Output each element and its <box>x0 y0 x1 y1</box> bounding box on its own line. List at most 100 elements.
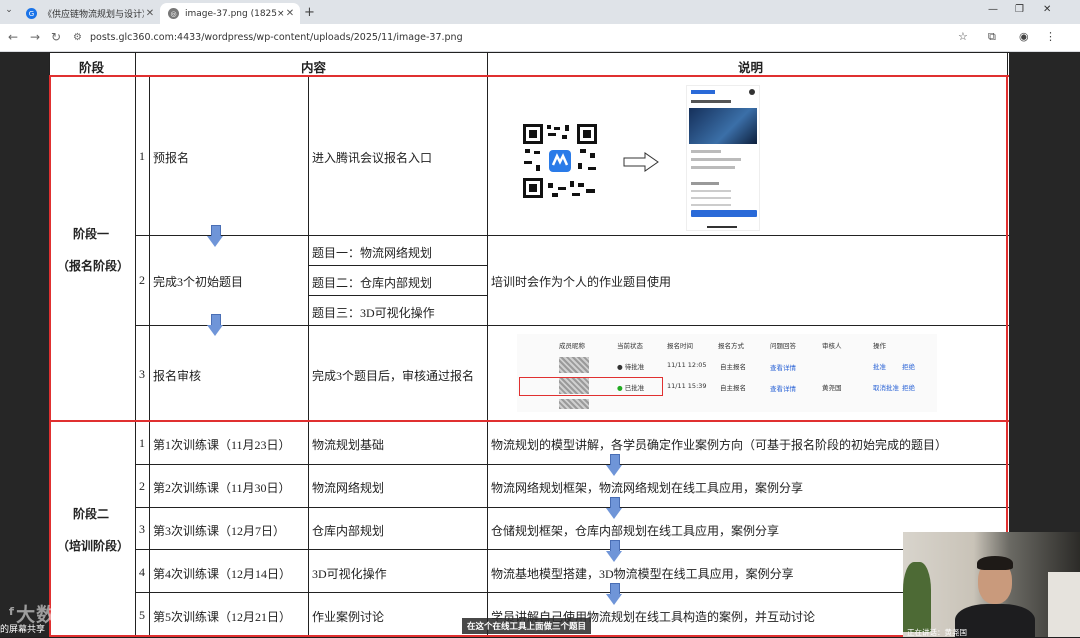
grid-line <box>135 464 1009 465</box>
review-list-screenshot: 成员昵称 当前状态 报名时间 报名方式 问题回答 审核人 操作 ● 待批准 11… <box>517 334 937 412</box>
tab-image[interactable]: ◎ image-37.png (1825×1111) ✕ <box>160 3 300 24</box>
grid-line <box>49 52 1009 53</box>
globe-icon: ◎ <box>168 8 179 19</box>
member-avatar <box>559 399 589 409</box>
new-tab-button[interactable]: + <box>304 5 315 20</box>
reject-link: 拒绝 <box>902 384 915 392</box>
row-number: 2 <box>139 273 145 287</box>
down-arrow-icon <box>207 314 223 336</box>
course-label: 第4次训练课（12月14日） <box>153 567 292 581</box>
grid-line <box>135 507 1009 508</box>
close-window-icon[interactable]: ✕ <box>1043 4 1051 15</box>
view-details-link: 查看详情 <box>770 385 796 393</box>
bookmark-star-icon[interactable]: ☆ <box>958 30 968 43</box>
tab-course[interactable]: G 《供应链物流规划与设计》 ✕ <box>18 3 160 24</box>
stage2-name: 阶段二 <box>73 507 110 521</box>
profile-icon[interactable]: ◉ <box>1019 30 1029 43</box>
reject-link: 拒绝 <box>902 363 915 371</box>
right-arrow-icon <box>623 152 659 172</box>
course-topic: 仓库内部规划 <box>312 524 385 538</box>
tab-search-icon[interactable]: ⌄ <box>2 5 16 19</box>
view-details-link: 查看详情 <box>770 364 796 372</box>
grid-line <box>308 295 487 296</box>
back-icon[interactable]: ← <box>8 30 18 44</box>
status-approved: ● 已批准 <box>617 384 645 392</box>
course-table-image: 阶段 内容 说明 阶段一 （报名阶段） 阶段二 （培训阶段） 1 预报名 进入腾 <box>49 52 1009 637</box>
down-arrow-icon <box>606 454 622 476</box>
member-avatar <box>559 357 589 373</box>
site-info-icon[interactable]: ⚙ <box>73 32 82 43</box>
topic-item: 题目二：仓库内部规划 <box>312 276 433 290</box>
stage-border <box>49 75 51 637</box>
step-detail: 进入腾讯会议报名入口 <box>312 151 433 165</box>
menu-icon[interactable]: ⋮ <box>1045 30 1056 43</box>
signup-time: 11/11 12:05 <box>667 361 707 369</box>
status-pending: ● 待批准 <box>617 363 645 371</box>
row-number: 3 <box>139 367 145 381</box>
signup-method: 自主报名 <box>720 363 746 371</box>
down-arrow-icon <box>207 225 223 247</box>
grid-line <box>135 235 1009 236</box>
course-topic: 物流规划基础 <box>312 438 385 452</box>
extensions-icon[interactable]: ⧉ <box>988 30 996 44</box>
grid-line <box>308 75 309 637</box>
course-label: 第5次训练课（12月21日） <box>153 610 292 624</box>
down-arrow-icon <box>606 583 622 605</box>
address-bar: ← → ↻ ⚙ posts.glc360.com:4433/wordpress/… <box>0 24 1080 52</box>
approve-link: 批准 <box>873 363 886 371</box>
tab-title: image-37.png (1825×1111) <box>185 8 284 19</box>
stage1-sub: （报名阶段） <box>57 259 130 273</box>
reviewer-name: 黄尧国 <box>822 384 842 392</box>
topic-item: 题目三：3D可视化操作 <box>312 306 435 320</box>
course-label: 第1次训练课（11月23日） <box>153 438 291 452</box>
grid-line <box>149 75 150 637</box>
col-header: 当前状态 <box>617 342 643 350</box>
step-label: 预报名 <box>153 151 190 165</box>
col-header: 问题回答 <box>770 342 796 350</box>
row-number: 2 <box>139 479 145 493</box>
row-number: 1 <box>139 149 145 163</box>
step-label: 报名审核 <box>153 369 202 383</box>
topic-item: 题目一：物流网络规划 <box>312 246 433 260</box>
course-note: 仓储规划框架，仓库内部规划在线工具应用，案例分享 <box>491 524 780 538</box>
row-number: 4 <box>139 565 145 579</box>
col-header: 审核人 <box>822 342 842 350</box>
course-label: 第3次训练课（12月7日） <box>153 524 286 538</box>
grid-line <box>135 325 1009 326</box>
grid-line <box>135 549 1009 550</box>
course-label: 第2次训练课（11月30日） <box>153 481 291 495</box>
down-arrow-icon <box>606 540 622 562</box>
col-header: 成员昵称 <box>559 342 585 350</box>
stage-border <box>49 420 1009 422</box>
close-tab-icon[interactable]: ✕ <box>284 8 296 19</box>
row-number: 5 <box>139 608 145 622</box>
course-topic: 作业案例讨论 <box>312 610 385 624</box>
course-note: 物流基地模型搭建，3D物流模型在线工具应用，案例分享 <box>491 567 794 581</box>
reload-icon[interactable]: ↻ <box>51 30 61 44</box>
signup-page-mockup <box>686 85 760 231</box>
screen-share-label: 的屏幕共享 <box>0 625 46 635</box>
url-field[interactable]: posts.glc360.com:4433/wordpress/wp-conte… <box>90 32 463 43</box>
down-arrow-icon <box>606 497 622 519</box>
minimize-icon[interactable]: — <box>988 4 998 15</box>
stage2-sub: （培训阶段） <box>57 539 130 553</box>
stage-border <box>49 75 1009 77</box>
grid-line <box>308 265 487 266</box>
qr-code-icon <box>522 123 598 199</box>
course-note: 物流网络规划框架，物流网络规划在线工具应用，案例分享 <box>491 481 804 495</box>
col-header: 报名时间 <box>667 342 693 350</box>
signup-time: 11/11 15:39 <box>667 382 707 390</box>
webcam-video <box>903 532 1080 637</box>
live-subtitle: 在这个在线工具上面做三个题目 <box>462 618 592 634</box>
signup-method: 自主报名 <box>720 384 746 392</box>
site-favicon-icon: G <box>26 8 37 19</box>
course-topic: 物流网络规划 <box>312 481 385 495</box>
step-label: 完成3个初始题目 <box>153 275 244 289</box>
restore-icon[interactable]: ❐ <box>1015 4 1024 15</box>
tab-title: 《供应链物流规划与设计》 <box>43 10 144 20</box>
col-header: 操作 <box>873 342 886 350</box>
close-tab-icon[interactable]: ✕ <box>144 8 156 19</box>
forward-icon[interactable]: → <box>30 30 40 44</box>
stage1-name: 阶段一 <box>73 227 110 241</box>
step-detail: 完成3个题目后，审核通过报名 <box>312 369 475 383</box>
